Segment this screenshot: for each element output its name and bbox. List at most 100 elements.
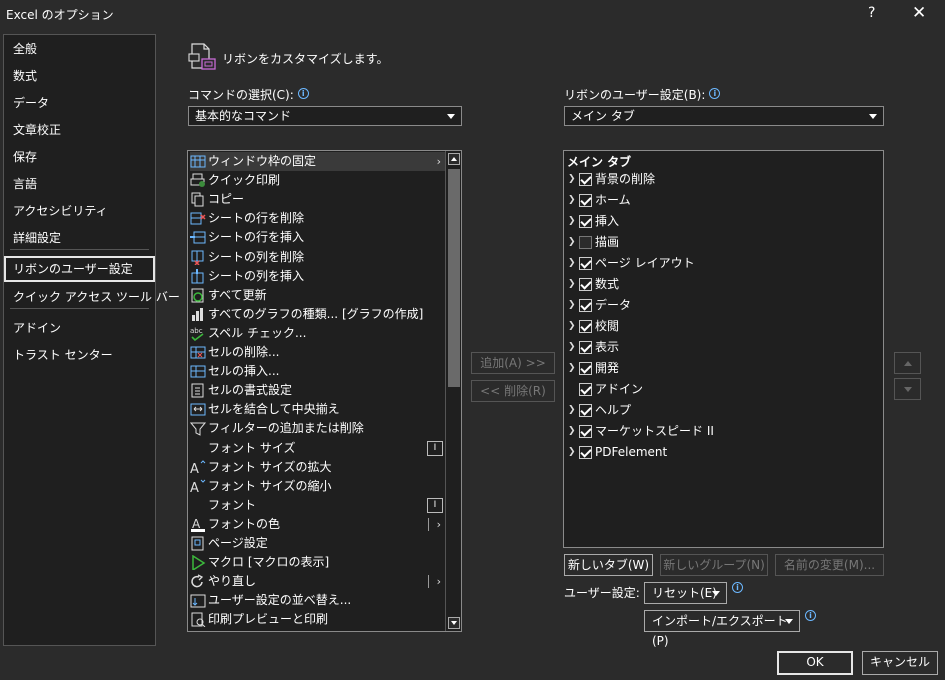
command-item[interactable]: abc スペル チェック... <box>190 324 445 343</box>
ribbon-tab-node[interactable]: ❯ ヘルプ <box>564 400 864 421</box>
ribbon-tab-node[interactable]: ❯ 描画 <box>564 232 864 253</box>
ribbon-tab-node[interactable]: アドイン <box>564 379 864 400</box>
tab-checkbox[interactable] <box>579 257 592 270</box>
expand-chevron-icon[interactable]: ❯ <box>568 169 576 190</box>
import-export-dropdown[interactable]: インポート/エクスポート(P) <box>644 610 800 648</box>
tab-checkbox[interactable] <box>579 173 592 186</box>
expand-chevron-icon[interactable]: ❯ <box>568 337 576 358</box>
scroll-thumb[interactable] <box>448 169 460 387</box>
command-item[interactable]: シートの行を削除 <box>190 209 445 228</box>
nav-item[interactable]: 詳細設定 <box>4 225 155 251</box>
tab-checkbox[interactable] <box>579 194 592 207</box>
command-item[interactable]: セルの挿入... <box>190 362 445 381</box>
ribbon-tab-node[interactable]: ❯ ページ レイアウト <box>564 253 864 274</box>
command-item[interactable]: 印刷プレビューと印刷 <box>190 610 445 629</box>
help-button[interactable]: ? <box>868 5 875 21</box>
customize-ribbon-dropdown[interactable]: メイン タブ <box>564 106 884 126</box>
commands-list[interactable]: ウィンドウ枠の固定 › クイック印刷 コピー シートの行を削除 シートの行を挿入 シートの列… <box>187 150 462 632</box>
move-down-button[interactable] <box>894 378 921 400</box>
nav-item[interactable]: トラスト センター <box>4 342 155 368</box>
nav-item[interactable]: 全般 <box>4 36 155 62</box>
ribbon-tab-node[interactable]: ❯ 背景の削除 <box>564 169 864 190</box>
info-icon[interactable]: i <box>732 582 743 593</box>
command-item[interactable]: A フォント サイズの縮小 <box>190 477 445 496</box>
tab-checkbox[interactable] <box>579 446 592 459</box>
ribbon-tab-node[interactable]: ❯ マーケットスピード II <box>564 421 864 442</box>
command-item[interactable]: セルを結合して中央揃え <box>190 400 445 419</box>
close-button[interactable]: ✕ <box>912 3 926 23</box>
nav-item[interactable]: リボンのユーザー設定 <box>4 256 155 282</box>
tab-checkbox[interactable] <box>579 320 592 333</box>
command-item[interactable]: A フォントの色 › <box>190 515 445 534</box>
expand-chevron-icon[interactable]: ❯ <box>568 274 576 295</box>
info-icon[interactable]: i <box>297 88 309 99</box>
command-item[interactable]: ページ設定 <box>190 534 445 553</box>
command-item[interactable]: シートの列を削除 <box>190 248 445 267</box>
nav-item[interactable]: 数式 <box>4 63 155 89</box>
remove-button[interactable]: << 削除(R) <box>471 380 555 402</box>
scroll-up-button[interactable] <box>448 153 460 165</box>
new-group-button[interactable]: 新しいグループ(N) <box>660 554 768 576</box>
command-item[interactable]: コピー <box>190 190 445 209</box>
expand-chevron-icon[interactable]: ❯ <box>568 442 576 463</box>
choose-commands-dropdown[interactable]: 基本的なコマンド <box>188 106 462 126</box>
command-item[interactable]: フォント サイズ I <box>190 439 445 458</box>
nav-item[interactable]: アクセシビリティ <box>4 198 155 224</box>
new-tab-button[interactable]: 新しいタブ(W) <box>564 554 653 576</box>
nav-item[interactable]: データ <box>4 90 155 116</box>
command-item[interactable]: やり直し › <box>190 572 445 591</box>
ribbon-tab-node[interactable]: ❯ 校閲 <box>564 316 864 337</box>
command-item[interactable]: すべて更新 <box>190 286 445 305</box>
cancel-button[interactable]: キャンセル <box>862 651 938 675</box>
command-item[interactable]: マクロ [マクロの表示] <box>190 553 445 572</box>
expand-chevron-icon[interactable]: ❯ <box>568 190 576 211</box>
expand-chevron-icon[interactable]: ❯ <box>568 358 576 379</box>
expand-chevron-icon[interactable]: ❯ <box>568 295 576 316</box>
expand-chevron-icon[interactable]: ❯ <box>568 232 576 253</box>
tab-checkbox[interactable] <box>579 383 592 396</box>
tab-checkbox[interactable] <box>579 278 592 291</box>
command-item[interactable]: ユーザー設定の並べ替え... <box>190 591 445 610</box>
nav-item[interactable]: 言語 <box>4 171 155 197</box>
tab-checkbox[interactable] <box>579 362 592 375</box>
expand-chevron-icon[interactable]: ❯ <box>568 421 576 442</box>
info-icon[interactable]: i <box>709 88 721 99</box>
ribbon-tab-node[interactable]: ❯ データ <box>564 295 864 316</box>
tab-checkbox[interactable] <box>579 425 592 438</box>
command-item[interactable]: シートの行を挿入 <box>190 228 445 247</box>
ribbon-tabs-tree[interactable]: メイン タブ ❯ 背景の削除 ❯ ホーム ❯ 挿入 ❯ 描画 ❯ ページ レイアウト ❯ 数式 ❯ データ… <box>563 150 884 548</box>
command-item[interactable]: ウィンドウ枠の固定 › <box>190 152 445 171</box>
expand-chevron-icon[interactable]: ❯ <box>568 253 576 274</box>
ribbon-tab-node[interactable]: ❯ ホーム <box>564 190 864 211</box>
ribbon-tab-node[interactable]: ❯ 数式 <box>564 274 864 295</box>
command-item[interactable]: フォント I <box>190 496 445 515</box>
tab-checkbox[interactable] <box>579 215 592 228</box>
command-item[interactable]: クイック印刷 <box>190 171 445 190</box>
ribbon-tab-node[interactable]: ❯ 開発 <box>564 358 864 379</box>
add-button[interactable]: 追加(A) >> <box>471 352 555 374</box>
commands-scrollbar[interactable] <box>445 151 461 631</box>
expand-chevron-icon[interactable]: ❯ <box>568 211 576 232</box>
tab-checkbox[interactable] <box>579 236 592 249</box>
command-item[interactable]: セルの削除... <box>190 343 445 362</box>
rename-button[interactable]: 名前の変更(M)... <box>775 554 884 576</box>
tab-checkbox[interactable] <box>579 299 592 312</box>
ok-button[interactable]: OK <box>777 651 853 675</box>
expand-chevron-icon[interactable]: ❯ <box>568 400 576 421</box>
ribbon-tab-node[interactable]: ❯ 表示 <box>564 337 864 358</box>
nav-item[interactable]: 文章校正 <box>4 117 155 143</box>
command-item[interactable]: フィルターの追加または削除 <box>190 419 445 438</box>
ribbon-tab-node[interactable]: ❯ PDFelement <box>564 442 864 463</box>
ribbon-tab-node[interactable]: ❯ 挿入 <box>564 211 864 232</box>
nav-item[interactable]: クイック アクセス ツール バー <box>4 284 180 310</box>
expand-chevron-icon[interactable]: ❯ <box>568 316 576 337</box>
reset-dropdown[interactable]: リセット(E) <box>644 582 727 604</box>
command-item[interactable]: セルの書式設定 <box>190 381 445 400</box>
tab-checkbox[interactable] <box>579 404 592 417</box>
command-item[interactable]: すべてのグラフの種類... [グラフの作成] <box>190 305 445 324</box>
scroll-down-button[interactable] <box>448 617 460 629</box>
info-icon[interactable]: i <box>805 610 816 621</box>
tab-checkbox[interactable] <box>579 341 592 354</box>
command-item[interactable]: A フォント サイズの拡大 <box>190 458 445 477</box>
command-item[interactable]: シートの列を挿入 <box>190 267 445 286</box>
